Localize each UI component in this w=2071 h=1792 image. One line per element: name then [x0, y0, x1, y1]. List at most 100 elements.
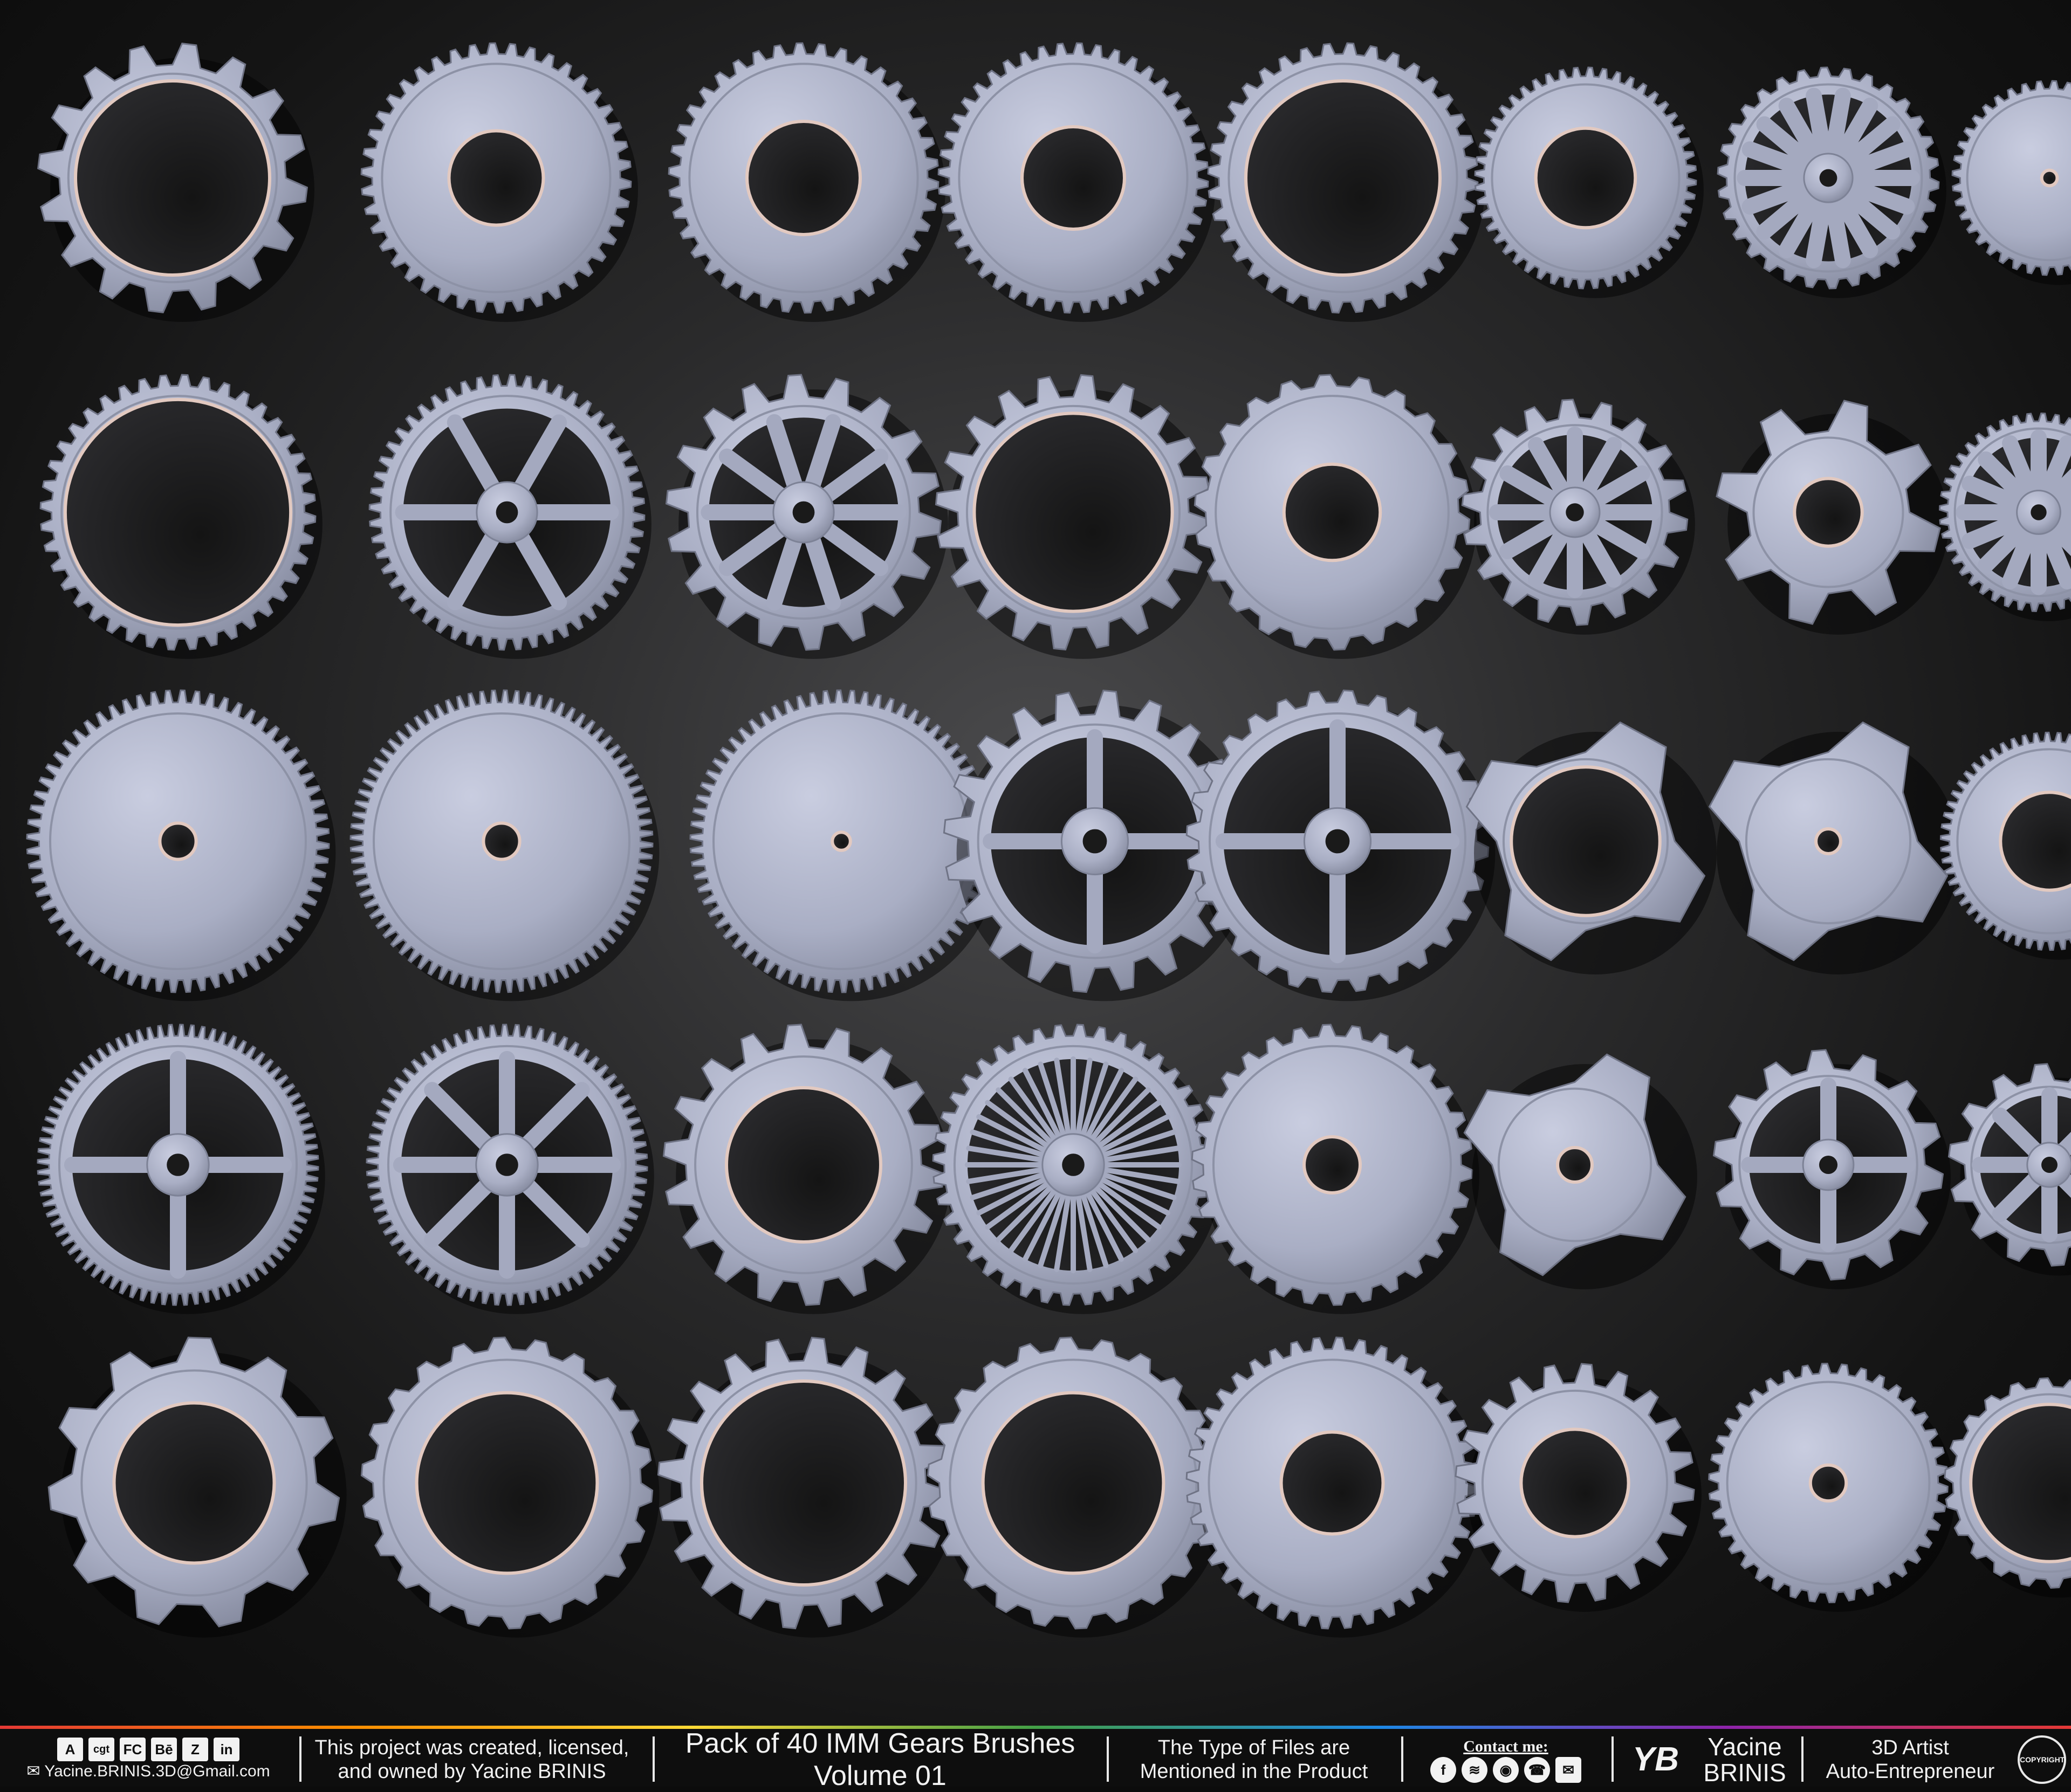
logo-fab-icon[interactable]: FC [120, 1738, 146, 1761]
gear-37 [1187, 1337, 1484, 1637]
gear-24 [1940, 732, 2071, 959]
email-address[interactable]: ✉ Yacine.BRINIS.3D@Gmail.com [26, 1761, 270, 1782]
gear-2 [361, 43, 638, 322]
gear-32 [1949, 1064, 2071, 1276]
gear-8 [1952, 81, 2071, 285]
gear-bore [1511, 767, 1660, 916]
messenger-icon[interactable]: ≋ [1462, 1757, 1487, 1783]
gear-38 [1456, 1364, 1702, 1612]
footer-divider [1611, 1736, 1614, 1782]
gear-axle-hole [1062, 1154, 1085, 1176]
footer-divider [1107, 1736, 1109, 1782]
gear-bore [1521, 1429, 1628, 1536]
gear-axle-hole [1326, 829, 1350, 854]
product-title-block: Pack of 40 IMM Gears Brushes Volume 01 [659, 1732, 1101, 1787]
author-name-block: Yacine BRINIS [1693, 1732, 1796, 1787]
gear-14 [1462, 400, 1695, 635]
gear-16 [1940, 414, 2071, 621]
gear-bore [483, 823, 519, 859]
gear-bore [1022, 127, 1124, 229]
gear-3 [669, 43, 945, 322]
footer-bar: A cgt FC Bē Z in ✉ Yacine.BRINIS.3D@Gmai… [0, 1726, 2071, 1787]
email-icon[interactable]: ✉ [1555, 1757, 1581, 1783]
gear-bore [76, 81, 270, 275]
file-types-line-1: The Type of Files are [1158, 1736, 1350, 1760]
gear-bore [1811, 1465, 1846, 1501]
file-types-line-2: Mentioned in the Product [1140, 1760, 1368, 1783]
product-title: Pack of 40 IMM Gears Brushes Volume 01 [659, 1727, 1101, 1792]
gear-4 [938, 43, 1215, 322]
gear-axle-hole [793, 502, 815, 524]
contact-label: Contact me: [1463, 1736, 1548, 1757]
footer-divider [299, 1736, 301, 1782]
gear-bore [1558, 1148, 1592, 1182]
social-icons: f ≋ ◉ ☎ ✉ [1430, 1757, 1581, 1783]
gear-23 [1710, 723, 1960, 975]
gear-axle-hole [1820, 169, 1837, 187]
gear-bore [1281, 1432, 1383, 1534]
gear-28 [933, 1025, 1220, 1314]
gear-36 [928, 1337, 1225, 1638]
gear-22 [1467, 723, 1717, 975]
logo-linkedin-icon[interactable]: in [214, 1738, 239, 1761]
gear-13 [1195, 375, 1477, 659]
gear-34 [361, 1337, 659, 1638]
role-line-2: Auto-Entrepreneur [1826, 1760, 1995, 1783]
gear-1 [38, 44, 314, 322]
role-line-1: 3D Artist [1871, 1736, 1949, 1760]
gear-bore [1246, 81, 1440, 275]
gear-bore [747, 121, 860, 235]
author-last-name: BRINIS [1703, 1760, 1786, 1786]
footer-divider [1401, 1736, 1403, 1782]
gear-bore [1794, 478, 1862, 546]
gear-40 [1945, 1378, 2071, 1598]
ownership-line-2: and owned by Yacine BRINIS [338, 1760, 606, 1783]
platform-logos: A cgt FC Bē Z in [57, 1738, 239, 1761]
gear-17 [27, 690, 335, 1001]
whatsapp-icon[interactable]: ☎ [1524, 1757, 1550, 1783]
author-first-name: Yacine [1707, 1734, 1781, 1760]
gear-7 [1718, 67, 1946, 298]
logo-z-icon[interactable]: Z [182, 1738, 208, 1761]
file-types-note: The Type of Files are Mentioned in the P… [1114, 1732, 1394, 1787]
footer-contact-block: A cgt FC Bē Z in ✉ Yacine.BRINIS.3D@Gmai… [5, 1732, 291, 1787]
gear-axle-hole [1083, 829, 1107, 854]
gear-25 [38, 1025, 325, 1314]
instagram-icon[interactable]: ◉ [1493, 1757, 1519, 1783]
ownership-line-1: This project was created, licensed, [315, 1736, 629, 1760]
gear-29 [1192, 1025, 1479, 1314]
gear-bore [417, 1393, 598, 1574]
gear-30 [1464, 1054, 1697, 1289]
gear-bore [726, 1088, 881, 1242]
gear-5 [1208, 43, 1485, 322]
ownership-note: This project was created, licensed, and … [307, 1732, 636, 1787]
logo-a-icon[interactable]: A [57, 1738, 83, 1761]
gear-18 [351, 690, 659, 1001]
gear-axle-hole [2031, 504, 2046, 520]
gear-axle-hole [496, 1154, 518, 1176]
copyright-seal: COPYRIGHT [2016, 1732, 2068, 1787]
gear-bore [1816, 829, 1841, 854]
gear-bore [160, 823, 196, 859]
gear-bore [974, 413, 1172, 611]
logo-behance-icon[interactable]: Bē [151, 1738, 177, 1761]
gear-axle-hole [1566, 503, 1583, 521]
gear-19 [690, 690, 999, 1001]
gear-bore [1304, 1137, 1360, 1193]
gear-bore [114, 1403, 275, 1563]
gear-39 [1709, 1364, 1955, 1612]
author-role-block: 3D Artist Auto-Entrepreneur [1808, 1732, 2013, 1787]
gear-showcase [0, 0, 2071, 1726]
logo-cgtrader-icon[interactable]: cgt [88, 1738, 114, 1761]
gear-bore [702, 1381, 906, 1585]
gear-bore [2042, 170, 2058, 186]
gear-33 [49, 1337, 347, 1637]
brand-logo: YB [1623, 1732, 1688, 1787]
facebook-icon[interactable]: f [1430, 1757, 1456, 1783]
gear-bore [1284, 464, 1381, 561]
gear-bore [832, 832, 851, 850]
gear-27 [664, 1025, 951, 1314]
copyright-seal-icon: COPYRIGHT [2018, 1735, 2066, 1784]
gear-9 [40, 375, 323, 659]
footer-divider [653, 1736, 655, 1782]
